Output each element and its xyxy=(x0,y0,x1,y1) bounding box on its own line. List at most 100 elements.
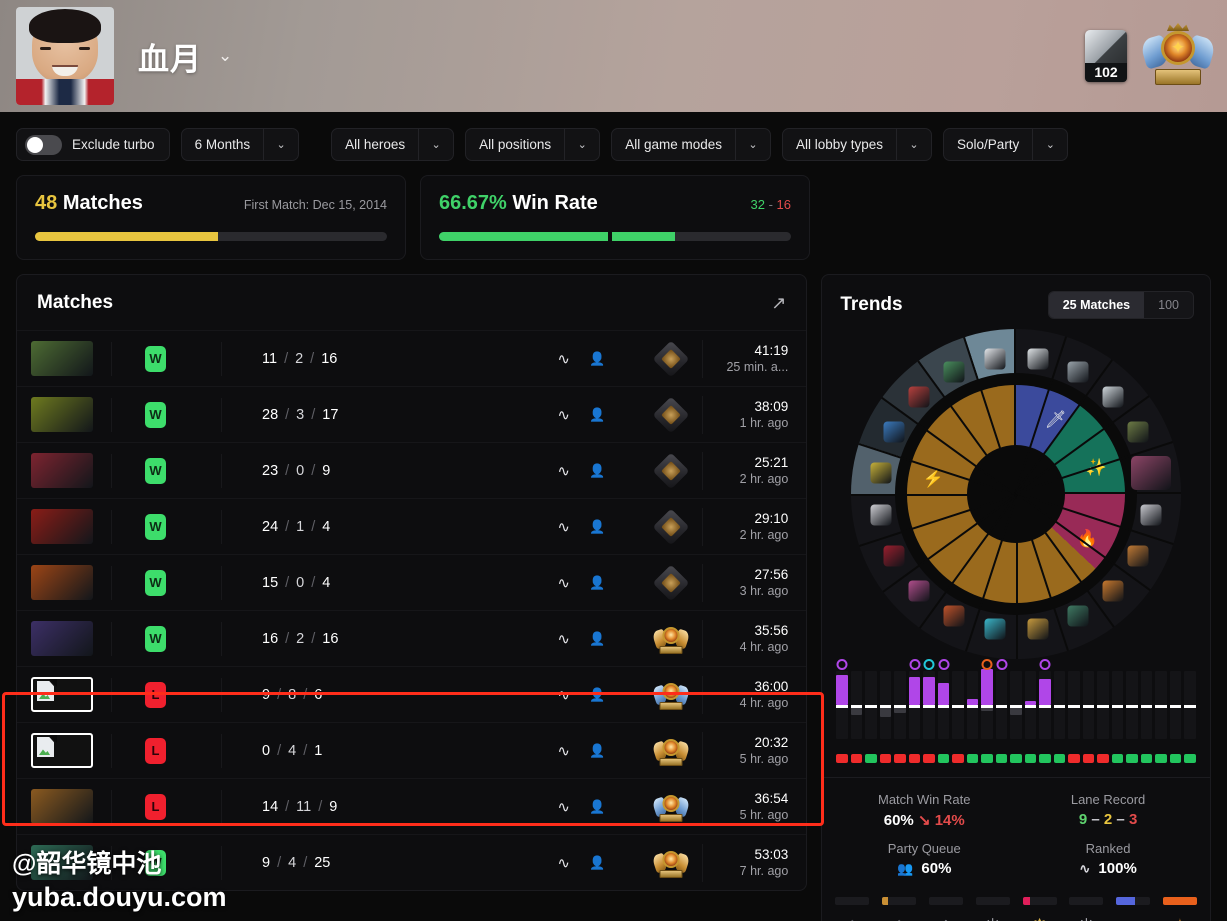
hero-portrait-icon[interactable] xyxy=(1127,421,1149,443)
avatar[interactable] xyxy=(16,7,114,105)
medal-core xyxy=(662,794,680,812)
bar-baseline xyxy=(879,705,892,708)
trends-panel-title: Trends xyxy=(840,294,903,315)
match-time-ago: 5 hr. ago xyxy=(739,752,789,766)
bar-baseline xyxy=(1068,705,1080,708)
chevron-down-icon[interactable]: ⌄ xyxy=(564,129,599,160)
hero-portrait-icon[interactable] xyxy=(1127,545,1149,567)
hero-portrait[interactable] xyxy=(31,789,93,824)
hero-portrait[interactable] xyxy=(31,453,93,488)
kills-value: 9 xyxy=(262,854,271,871)
rank-tier-guardian[interactable]: ◈ xyxy=(881,897,917,921)
rank-tier-crusader[interactable]: ◈ xyxy=(928,897,964,921)
filter-solo-party[interactable]: Solo/Party ⌄ xyxy=(943,128,1069,161)
medal-core xyxy=(662,682,680,700)
donut-spoke xyxy=(851,494,1017,496)
winrate-percent: 66.67% xyxy=(439,192,507,214)
trends-range-100[interactable]: 100 xyxy=(1144,292,1193,318)
hero-portrait-icon[interactable] xyxy=(883,545,905,567)
rank-tier-ancient[interactable]: ✳ xyxy=(1068,897,1104,921)
time-cell: 36:00 4 hr. ago xyxy=(702,675,806,714)
hero-portrait-icon[interactable] xyxy=(1102,386,1124,408)
filter-bar: Exclude turbo 6 Months ⌄ All heroes ⌄ Al… xyxy=(0,112,1227,161)
hero-portrait[interactable] xyxy=(31,621,93,656)
chevron-down-icon[interactable]: ⌄ xyxy=(263,129,298,160)
chevron-down-icon[interactable]: ⌄ xyxy=(896,129,931,160)
tier-progress-bar xyxy=(1116,897,1151,905)
rank-tier-legend[interactable]: ✸ xyxy=(1022,897,1058,921)
kda-separator: / xyxy=(285,630,290,647)
match-flags: ∿ 👤 xyxy=(522,462,640,480)
rank-tier-divine[interactable]: ● xyxy=(1115,897,1151,921)
filter-positions[interactable]: All positions ⌄ xyxy=(465,128,601,161)
match-duration: 27:56 xyxy=(754,567,789,582)
bar-positive xyxy=(908,677,921,705)
hero-portrait-icon[interactable] xyxy=(1067,605,1089,627)
hero-portrait-icon[interactable] xyxy=(984,348,1006,370)
trend-down-icon: ↘ xyxy=(917,812,931,829)
hero-portrait-icon[interactable] xyxy=(943,605,965,627)
chevron-down-icon[interactable]: ⌄ xyxy=(1032,129,1067,160)
match-hero-marker xyxy=(836,659,848,670)
performance-bars xyxy=(836,659,1196,739)
hero-portrait-icon[interactable] xyxy=(870,504,892,526)
dota-plus-badge[interactable]: 102 xyxy=(1085,30,1127,82)
external-link-icon[interactable]: ↗ xyxy=(771,294,786,312)
matches-summary-card: 48 Matches First Match: Dec 15, 2014 xyxy=(16,175,406,260)
table-row[interactable]: W 16/2/16 ∿ 👤 35:56 4 hr. ago xyxy=(17,610,807,666)
medal-plate xyxy=(1155,69,1201,85)
table-row[interactable]: W 28/3/17 ∿ 👤 38:09 1 hr. ago xyxy=(17,386,807,442)
hero-portrait-icon[interactable] xyxy=(870,462,892,484)
rank-tier-archon[interactable]: ✳ xyxy=(975,897,1011,921)
filter-timeframe[interactable]: 6 Months ⌄ xyxy=(180,128,300,161)
table-row[interactable]: W 24/1/4 ∿ 👤 29:10 2 hr. ago xyxy=(17,498,807,554)
stat-match-win-rate-label: Match Win Rate xyxy=(877,792,971,807)
hero-portrait[interactable] xyxy=(31,845,93,880)
first-match-date: First Match: Dec 15, 2014 xyxy=(243,198,387,212)
tier-progress-bar xyxy=(928,897,963,905)
hero-portrait-icon[interactable] xyxy=(1027,348,1049,370)
filter-heroes[interactable]: All heroes ⌄ xyxy=(331,128,455,161)
chevron-down-icon[interactable]: ⌄ xyxy=(734,129,770,160)
avatar-shirt xyxy=(16,79,114,105)
exclude-turbo-toggle[interactable]: Exclude turbo xyxy=(16,128,170,161)
table-row[interactable]: W 15/0/4 ∿ 👤 27:56 3 hr. ago xyxy=(17,554,807,610)
hero-portrait-icon[interactable] xyxy=(943,361,965,383)
hero-portrait-icon[interactable] xyxy=(1131,455,1172,490)
hero-portrait-icon[interactable] xyxy=(908,580,930,602)
hero-portrait[interactable] xyxy=(31,565,93,600)
hero-portrait-icon[interactable] xyxy=(883,421,905,443)
trends-range-25[interactable]: 25 Matches xyxy=(1048,292,1145,318)
hero-portrait-icon[interactable] xyxy=(1102,580,1124,602)
hero-portrait-icon[interactable] xyxy=(1067,361,1089,383)
rank-tier-herald[interactable]: ◈ xyxy=(834,897,870,921)
hero-portrait-icon[interactable] xyxy=(1027,618,1049,640)
table-row[interactable]: L 14/11/9 ∿ 👤 36:54 5 hr. ago xyxy=(17,778,807,834)
chevron-down-icon[interactable]: ⌄ xyxy=(218,46,232,66)
table-row[interactable]: L 9/8/6 ∿ 👤 36:00 4 hr. ago xyxy=(17,666,807,722)
immortal-medal-icon[interactable]: ✦ xyxy=(1139,23,1217,87)
hero-portrait-icon[interactable] xyxy=(908,386,930,408)
chevron-down-icon[interactable]: ⌄ xyxy=(418,129,453,160)
stat-ranked-value: ∿ 100% xyxy=(1016,860,1200,877)
table-row[interactable]: L 0/4/1 ∿ 👤 20:32 5 hr. ago xyxy=(17,722,807,778)
hero-portrait[interactable] xyxy=(31,341,93,376)
hero-portrait-icon[interactable] xyxy=(1140,504,1162,526)
hero-portrait[interactable] xyxy=(31,397,93,432)
rank-tier-immortal[interactable]: ✦ xyxy=(1162,897,1198,921)
match-duration: 38:09 xyxy=(754,399,789,414)
result-badge: W xyxy=(145,569,166,596)
toggle-switch[interactable] xyxy=(25,134,62,155)
filter-lobby-types[interactable]: All lobby types ⌄ xyxy=(781,128,933,161)
main-content: Matches ↗ W 11/2/16 ∿ 👤 41:19 25 min. a... W 28… xyxy=(0,260,1227,921)
donut-rings[interactable]: ⚡🗡✨🔥 xyxy=(851,329,1182,659)
hero-portrait-icon[interactable] xyxy=(984,618,1006,640)
filter-game-modes[interactable]: All game modes ⌄ xyxy=(611,128,771,161)
kills-value: 28 xyxy=(262,406,279,423)
hero-portrait[interactable] xyxy=(31,509,93,544)
archon-medal-icon: ✳ xyxy=(979,912,1007,921)
table-row[interactable]: W 9/4/25 ∿ 👤 53:03 7 hr. ago xyxy=(17,834,807,890)
table-row[interactable]: W 11/2/16 ∿ 👤 41:19 25 min. a... xyxy=(17,330,807,386)
kills-value: 16 xyxy=(262,630,279,647)
table-row[interactable]: W 23/0/9 ∿ 👤 25:21 2 hr. ago xyxy=(17,442,807,498)
